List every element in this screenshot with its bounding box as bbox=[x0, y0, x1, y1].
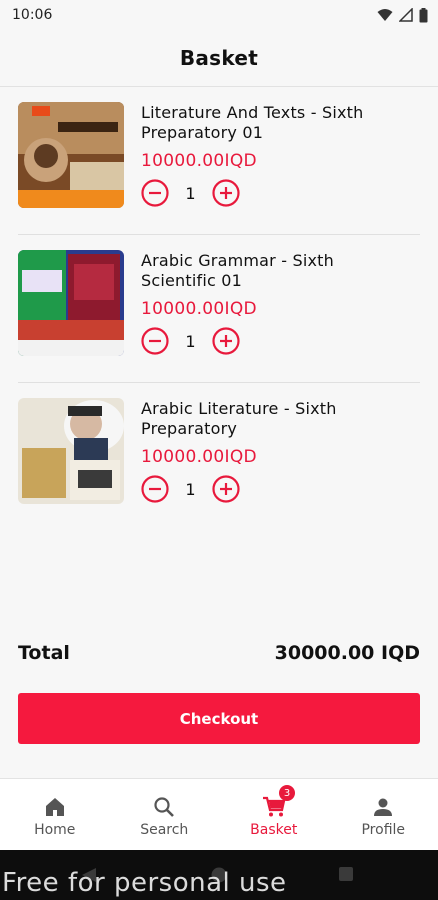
home-icon bbox=[44, 795, 66, 819]
cart-item: Arabic Literature - Sixth Preparatory 10… bbox=[0, 394, 438, 542]
product-thumbnail[interactable] bbox=[18, 102, 124, 208]
recents-icon[interactable] bbox=[338, 866, 354, 882]
app-header: Basket bbox=[0, 30, 438, 86]
nav-label: Basket bbox=[250, 822, 298, 838]
search-icon bbox=[153, 795, 175, 819]
product-thumbnail[interactable] bbox=[18, 398, 124, 504]
decrease-quantity-button[interactable] bbox=[141, 179, 169, 207]
battery-icon bbox=[419, 7, 428, 22]
person-icon bbox=[372, 795, 394, 819]
increase-quantity-button[interactable] bbox=[212, 179, 240, 207]
page-title: Basket bbox=[179, 46, 259, 70]
quantity-stepper: 1 bbox=[141, 475, 240, 503]
cart-badge: 3 bbox=[279, 785, 295, 801]
product-thumbnail[interactable] bbox=[18, 250, 124, 356]
increase-quantity-button[interactable] bbox=[212, 327, 240, 355]
product-title[interactable]: Arabic Grammar - Sixth Scientific 01 bbox=[141, 251, 411, 291]
total-value: 30000.00 IQD bbox=[274, 642, 420, 664]
cart-item: Literature And Texts - Sixth Preparatory… bbox=[0, 98, 438, 246]
header-divider bbox=[0, 86, 438, 87]
nav-item-search[interactable]: Search bbox=[110, 779, 220, 850]
product-price: 10000.00IQD bbox=[141, 447, 257, 467]
decrease-quantity-button[interactable] bbox=[141, 475, 169, 503]
quantity-value: 1 bbox=[185, 331, 196, 351]
signal-icon bbox=[399, 8, 413, 22]
nav-item-basket[interactable]: 3 Basket bbox=[219, 779, 329, 850]
wifi-icon bbox=[377, 9, 393, 21]
cart-item: Arabic Grammar - Sixth Scientific 01 100… bbox=[0, 246, 438, 394]
status-time: 10:06 bbox=[12, 7, 53, 23]
nav-label: Profile bbox=[361, 822, 406, 838]
cart-list: Literature And Texts - Sixth Preparatory… bbox=[0, 98, 438, 542]
watermark-text: Free for personal use bbox=[2, 868, 287, 898]
product-title[interactable]: Arabic Literature - Sixth Preparatory bbox=[141, 399, 411, 439]
quantity-value: 1 bbox=[185, 183, 196, 203]
product-price: 10000.00IQD bbox=[141, 151, 257, 171]
quantity-value: 1 bbox=[185, 479, 196, 499]
nav-label: Home bbox=[34, 822, 76, 838]
bottom-nav: Home Search 3 Basket Profile bbox=[0, 778, 438, 850]
product-title[interactable]: Literature And Texts - Sixth Preparatory… bbox=[141, 103, 411, 143]
nav-item-profile[interactable]: Profile bbox=[329, 779, 438, 850]
quantity-stepper: 1 bbox=[141, 327, 240, 355]
quantity-stepper: 1 bbox=[141, 179, 240, 207]
status-bar: 10:06 bbox=[0, 0, 438, 30]
increase-quantity-button[interactable] bbox=[212, 475, 240, 503]
nav-item-home[interactable]: Home bbox=[0, 779, 110, 850]
nav-label: Search bbox=[140, 822, 189, 838]
status-icons bbox=[377, 7, 428, 23]
product-price: 10000.00IQD bbox=[141, 299, 257, 319]
item-divider bbox=[18, 382, 420, 383]
checkout-button[interactable]: Checkout bbox=[18, 693, 420, 744]
item-divider bbox=[18, 234, 420, 235]
total-label: Total bbox=[18, 642, 70, 664]
total-row: Total 30000.00 IQD bbox=[18, 642, 420, 664]
decrease-quantity-button[interactable] bbox=[141, 327, 169, 355]
